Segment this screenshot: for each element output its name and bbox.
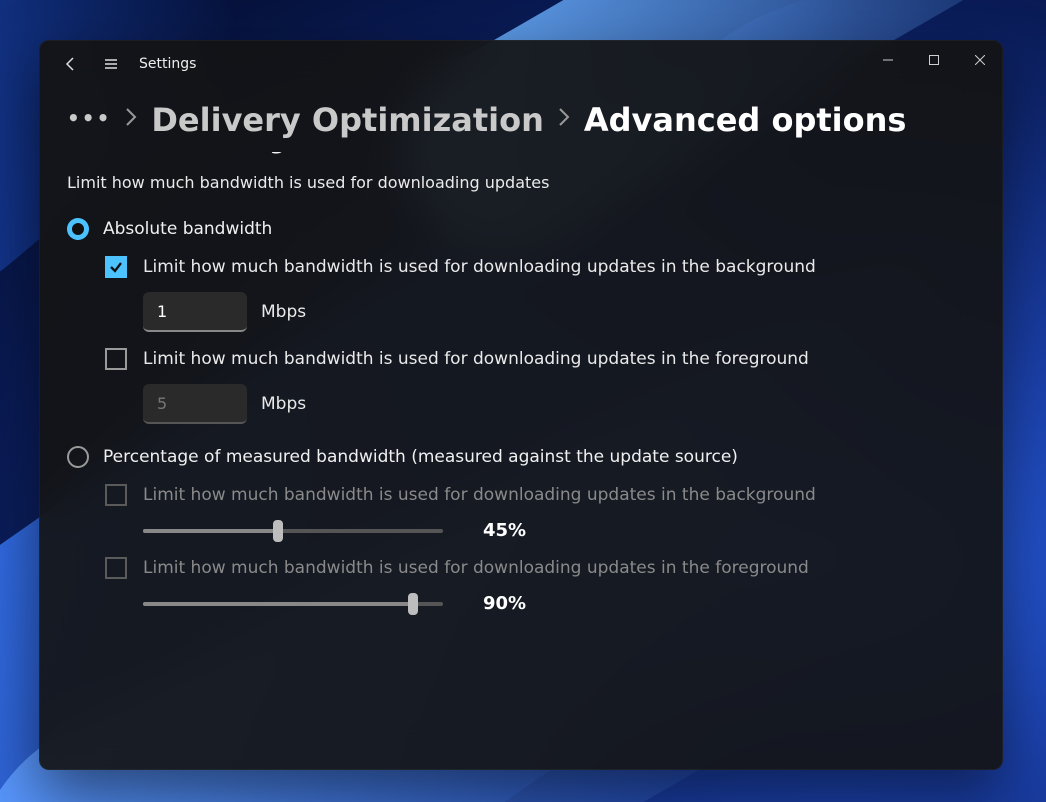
- checkbox-label: Limit how much bandwidth is used for dow…: [143, 257, 816, 277]
- close-button[interactable]: [957, 40, 1003, 80]
- bg-percent-slider: [143, 523, 443, 539]
- radio-icon: [67, 218, 89, 240]
- fg-bandwidth-input: [143, 384, 247, 424]
- breadcrumb-parent[interactable]: Delivery Optimization: [151, 101, 543, 139]
- chevron-right-icon: [558, 107, 570, 133]
- chevron-right-icon: [125, 107, 137, 133]
- radio-icon: [67, 446, 89, 468]
- checkbox-fg-limit-absolute[interactable]: Limit how much bandwidth is used for dow…: [105, 348, 975, 370]
- settings-window: Settings ••• Delivery Optimization Advan…: [39, 40, 1003, 770]
- content-area: Download settings Limit how much bandwid…: [39, 152, 1003, 770]
- checkbox-label: Limit how much bandwidth is used for dow…: [143, 349, 809, 369]
- radio-label: Percentage of measured bandwidth (measur…: [103, 447, 738, 467]
- radio-percentage-bandwidth[interactable]: Percentage of measured bandwidth (measur…: [67, 446, 975, 468]
- titlebar: Settings: [39, 40, 1003, 88]
- section-title: Download settings: [67, 152, 975, 155]
- checkbox-icon: [105, 256, 127, 278]
- checkbox-icon: [105, 348, 127, 370]
- fg-percent-slider: [143, 596, 443, 612]
- checkbox-bg-limit-percent: Limit how much bandwidth is used for dow…: [105, 484, 975, 506]
- checkbox-fg-limit-percent: Limit how much bandwidth is used for dow…: [105, 557, 975, 579]
- section-description: Limit how much bandwidth is used for dow…: [67, 173, 975, 192]
- bg-bandwidth-input[interactable]: [143, 292, 247, 332]
- unit-label: Mbps: [261, 302, 306, 322]
- fg-percent-value: 90%: [483, 593, 533, 614]
- hamburger-menu-icon[interactable]: [93, 46, 129, 82]
- maximize-button[interactable]: [911, 40, 957, 80]
- breadcrumb-overflow[interactable]: •••: [67, 106, 111, 134]
- checkbox-icon: [105, 557, 127, 579]
- window-controls: [865, 40, 1003, 80]
- breadcrumb-current: Advanced options: [584, 101, 907, 139]
- bg-percent-value: 45%: [483, 520, 533, 541]
- window-title: Settings: [139, 56, 196, 72]
- checkbox-label: Limit how much bandwidth is used for dow…: [143, 558, 809, 578]
- radio-absolute-bandwidth[interactable]: Absolute bandwidth: [67, 218, 975, 240]
- checkbox-icon: [105, 484, 127, 506]
- back-button[interactable]: [53, 46, 89, 82]
- checkbox-label: Limit how much bandwidth is used for dow…: [143, 485, 816, 505]
- radio-label: Absolute bandwidth: [103, 219, 272, 239]
- unit-label: Mbps: [261, 394, 306, 414]
- checkbox-bg-limit-absolute[interactable]: Limit how much bandwidth is used for dow…: [105, 256, 975, 278]
- minimize-button[interactable]: [865, 40, 911, 80]
- breadcrumb: ••• Delivery Optimization Advanced optio…: [39, 88, 1003, 152]
